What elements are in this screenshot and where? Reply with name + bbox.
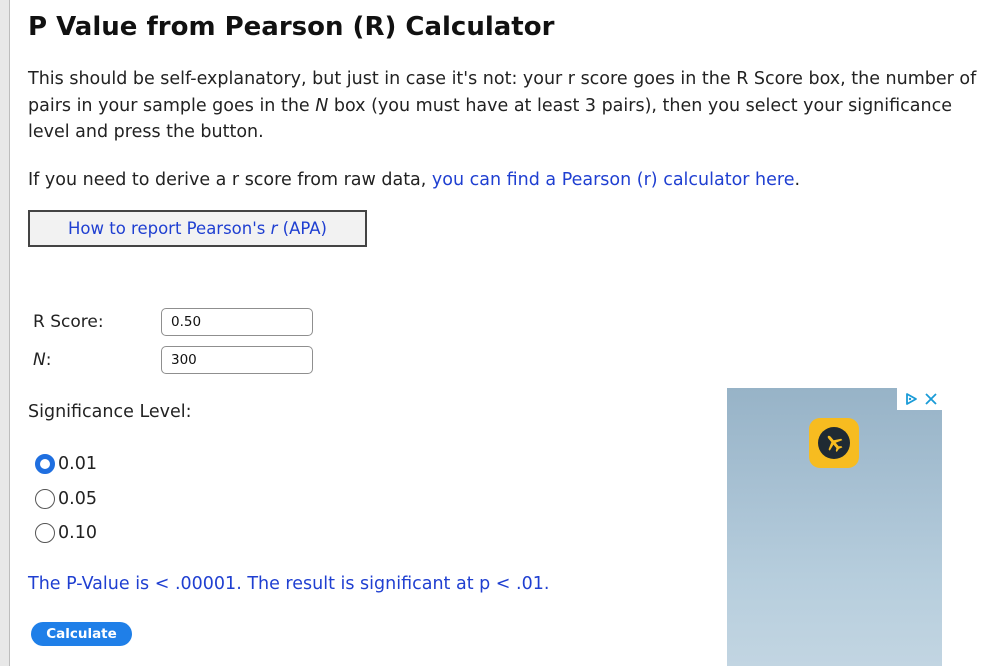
r-score-input[interactable] bbox=[161, 308, 313, 336]
n-label-symbol: N bbox=[33, 350, 46, 370]
report-pearson-button[interactable]: How to report Pearson's r (APA) bbox=[28, 210, 367, 247]
radio-button-checked[interactable] bbox=[35, 454, 55, 474]
raw-data-paragraph: If you need to derive a r score from raw… bbox=[28, 167, 800, 193]
report-button-prefix: How to report Pearson's bbox=[67, 219, 271, 238]
n-label: N: bbox=[33, 350, 51, 370]
significance-label: Significance Level: bbox=[28, 402, 192, 422]
raw-data-text: If you need to derive a r score from raw… bbox=[28, 170, 432, 190]
n-label-suffix: : bbox=[45, 350, 52, 370]
radio-label: 0.10 bbox=[58, 523, 97, 543]
r-score-label: R Score: bbox=[33, 312, 104, 332]
pearson-calculator-link[interactable]: you can find a Pearson (r) calculator he… bbox=[432, 170, 795, 190]
close-icon[interactable] bbox=[922, 390, 940, 408]
airplane-icon bbox=[818, 427, 850, 459]
page-title: P Value from Pearson (R) Calculator bbox=[28, 12, 555, 42]
calculate-button[interactable]: Calculate bbox=[31, 622, 132, 646]
intro-n-symbol: N bbox=[315, 95, 329, 116]
radio-option-0-10[interactable]: 0.10 bbox=[35, 523, 97, 543]
radio-button[interactable] bbox=[35, 523, 55, 543]
left-border bbox=[0, 0, 10, 666]
radio-label: 0.01 bbox=[58, 454, 97, 474]
intro-paragraph: This should be self-explanatory, but jus… bbox=[28, 66, 986, 146]
ad-choices-icon[interactable] bbox=[902, 390, 920, 408]
radio-label: 0.05 bbox=[58, 489, 97, 509]
airplane-app-icon[interactable] bbox=[809, 418, 859, 468]
n-input[interactable] bbox=[161, 346, 313, 374]
radio-option-0-05[interactable]: 0.05 bbox=[35, 489, 97, 509]
ad-controls bbox=[897, 388, 942, 410]
radio-option-0-01[interactable]: 0.01 bbox=[35, 454, 97, 474]
radio-button[interactable] bbox=[35, 489, 55, 509]
report-button-suffix: (APA) bbox=[277, 219, 327, 238]
result-text: The P-Value is < .00001. The result is s… bbox=[28, 574, 550, 594]
raw-data-suffix: . bbox=[794, 170, 801, 190]
advertisement[interactable] bbox=[727, 388, 942, 666]
